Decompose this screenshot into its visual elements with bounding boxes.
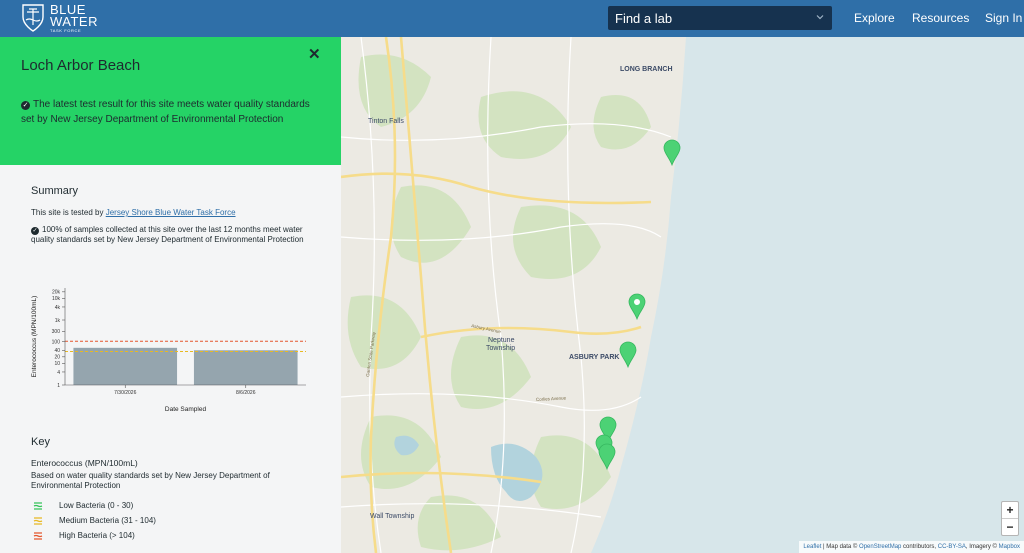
- label-tinton-falls: Tinton Falls: [368, 118, 404, 125]
- zoom-in-button[interactable]: +: [1002, 502, 1018, 519]
- y-tick-label: 100: [52, 339, 61, 345]
- nav-sign-in[interactable]: Sign In: [985, 11, 1022, 25]
- attribution-text: contributors,: [901, 544, 938, 550]
- site-details-panel: Loch Arbor Beach ✕ ✓ The latest test resu…: [0, 37, 341, 553]
- bar: [73, 347, 178, 385]
- site-title: Loch Arbor Beach: [21, 57, 141, 74]
- tester-link[interactable]: Jersey Shore Blue Water Task Force: [106, 208, 236, 217]
- key-heading: Key: [31, 436, 50, 448]
- y-tick-label: 4k: [55, 305, 61, 311]
- leaflet-link[interactable]: Leaflet: [803, 544, 821, 550]
- x-axis-label: Date Sampled: [165, 406, 207, 413]
- tested-by-prefix: This site is tested by: [31, 208, 106, 217]
- summary-heading: Summary: [31, 185, 79, 197]
- x-tick-label: 8/6/2026: [236, 390, 256, 396]
- mapbox-link[interactable]: Mapbox: [999, 544, 1020, 550]
- label-township-line: Township: [486, 345, 515, 352]
- y-tick-label: 1k: [55, 318, 61, 324]
- tested-by-text: This site is tested by Jersey Shore Blue…: [31, 208, 316, 218]
- status-message: ✓ The latest test result for this site me…: [21, 97, 321, 127]
- attribution-text: | Map data ©: [821, 544, 860, 550]
- status-banner: Loch Arbor Beach ✕ ✓ The latest test resu…: [0, 37, 341, 165]
- compliance-text: ✓ 100% of samples collected at this site …: [31, 225, 316, 245]
- high-bacteria-icon: [33, 531, 43, 540]
- y-tick-label: 10: [54, 361, 60, 367]
- y-tick-label: 40: [54, 348, 60, 354]
- key-item-label: High Bacteria (> 104): [59, 531, 135, 540]
- zoom-control: + −: [1001, 501, 1019, 536]
- y-axis-label: Enterococcus (MPN/100mL): [31, 296, 38, 378]
- low-bacteria-icon: [33, 501, 43, 510]
- map-attribution: Leaflet | Map data © OpenStreetMap contr…: [799, 541, 1024, 553]
- zoom-out-button[interactable]: −: [1002, 519, 1018, 536]
- selected-pin-dot: [634, 299, 640, 305]
- shield-logo-icon: [22, 4, 44, 32]
- medium-bacteria-icon: [33, 516, 43, 525]
- key-item-low: Low Bacteria (0 - 30): [33, 501, 133, 510]
- map-canvas[interactable]: LONG BRANCH Tinton Falls Neptune Townshi…: [341, 37, 1024, 553]
- map-view[interactable]: LONG BRANCH Tinton Falls Neptune Townshi…: [341, 37, 1024, 553]
- y-tick-label: 10k: [52, 296, 61, 302]
- key-note: Based on water quality standards set by …: [31, 471, 270, 490]
- top-header: BLUE WATER TASK FORCE Find a lab Explore…: [0, 0, 1024, 37]
- nav-resources[interactable]: Resources: [912, 11, 969, 25]
- key-item-high: High Bacteria (> 104): [33, 531, 135, 540]
- blue-water-logo[interactable]: BLUE WATER TASK FORCE: [20, 3, 98, 33]
- compliance-text-body: 100% of samples collected at this site o…: [31, 225, 304, 244]
- key-item-label: Medium Bacteria (31 - 104): [59, 516, 156, 525]
- status-message-text: The latest test result for this site mee…: [21, 99, 310, 125]
- osm-link[interactable]: OpenStreetMap: [859, 544, 901, 550]
- x-tick-label: 7/30/2026: [114, 390, 136, 396]
- label-neptune-township: Neptune Township: [486, 337, 516, 352]
- label-neptune-line: Neptune: [488, 337, 515, 344]
- label-asbury-park: ASBURY PARK: [569, 354, 619, 361]
- find-a-lab-dropdown[interactable]: Find a lab: [608, 6, 832, 30]
- y-tick-label: 20k: [52, 290, 61, 296]
- bacteria-bar-chart: 1 4 102040 100 300 1k 4k 10k20k 7/30/2026 8/6/20…: [31, 288, 306, 413]
- label-wall-township: Wall Township: [370, 513, 414, 520]
- chevron-down-icon: [816, 15, 824, 20]
- y-tick-label: 4: [57, 370, 60, 376]
- check-circle-icon: ✓: [21, 101, 30, 110]
- nav-explore[interactable]: Explore: [854, 11, 895, 25]
- license-link[interactable]: CC-BY-SA: [938, 544, 966, 550]
- y-tick-label: 20: [54, 355, 60, 361]
- close-button[interactable]: ✕: [308, 45, 322, 63]
- y-tick-label: 300: [52, 329, 61, 335]
- key-item-medium: Medium Bacteria (31 - 104): [33, 516, 156, 525]
- find-a-lab-label: Find a lab: [615, 11, 673, 26]
- key-item-label: Low Bacteria (0 - 30): [59, 501, 134, 510]
- logo-line-2: WATER: [50, 14, 98, 29]
- attribution-text: , Imagery ©: [965, 544, 999, 550]
- check-circle-icon: ✓: [31, 227, 39, 235]
- logo-line-3: TASK FORCE: [50, 28, 82, 33]
- y-tick-label: 1: [57, 383, 60, 389]
- key-subtitle: Enterococcus (MPN/100mL): [31, 458, 138, 468]
- label-long-branch: LONG BRANCH: [620, 66, 673, 73]
- bar: [193, 350, 298, 385]
